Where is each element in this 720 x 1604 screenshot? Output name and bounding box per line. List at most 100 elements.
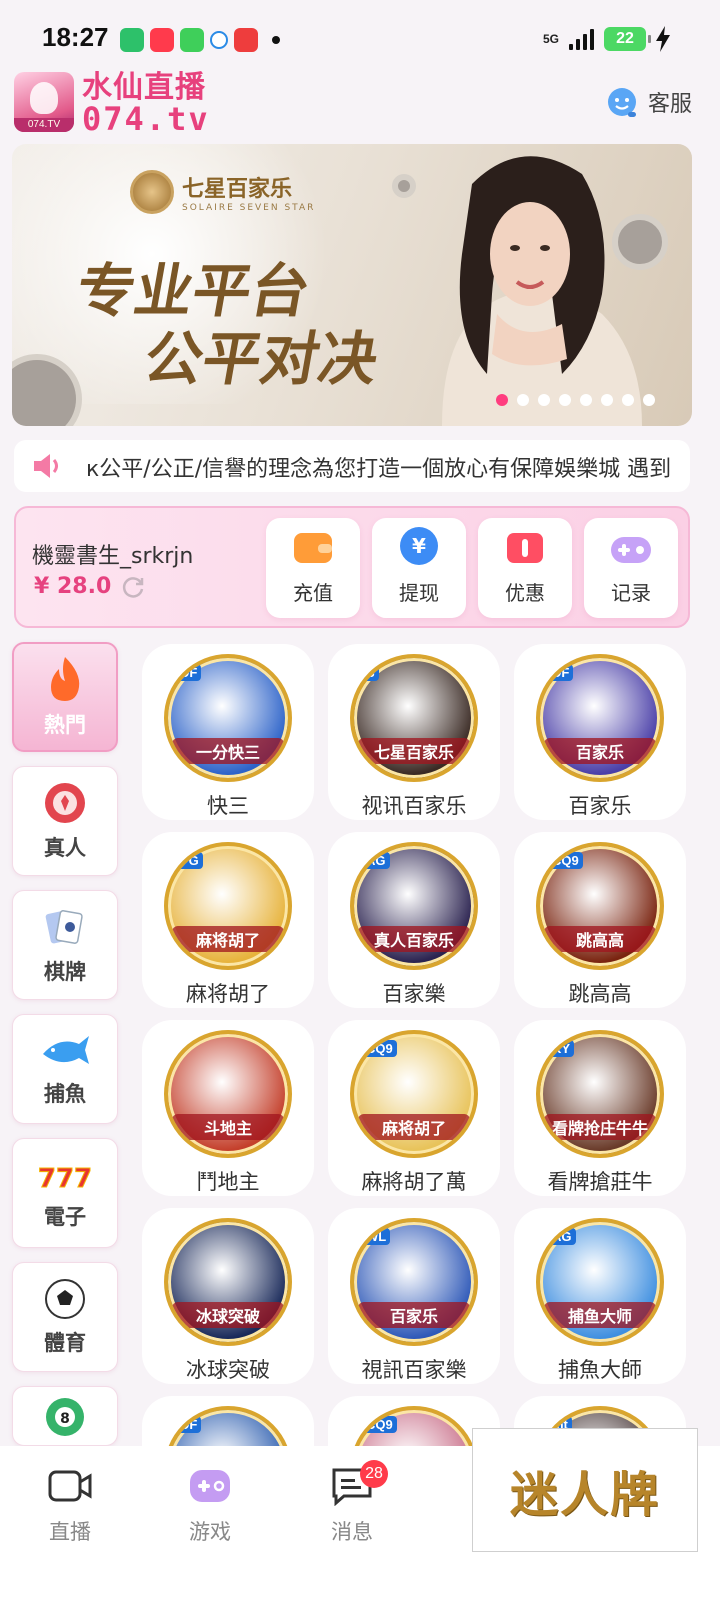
banner-brand-name: 七星百家乐 bbox=[182, 177, 293, 202]
game-card[interactable]: DF 百家乐 百家乐 bbox=[514, 644, 686, 820]
game-card[interactable]: KY 看牌抢庄牛牛 看牌搶莊牛 bbox=[514, 1020, 686, 1196]
headset-icon bbox=[607, 88, 636, 117]
banner-brand: 七星百家乐 SOLAIRE SEVEN STAR bbox=[130, 170, 315, 214]
game-name: 百家樂 bbox=[382, 982, 446, 1006]
game-card[interactable]: 斗地主 鬥地主 bbox=[142, 1020, 314, 1196]
game-card[interactable]: DF 一分快三 快三 bbox=[142, 644, 314, 820]
game-card[interactable]: 冰球突破 冰球突破 bbox=[142, 1208, 314, 1384]
provider-badge: DF bbox=[176, 664, 202, 681]
status-bar: 18:27 5G 22 bbox=[0, 0, 720, 74]
gamepad-icon bbox=[611, 537, 651, 563]
game-thumbnail: WL 百家乐 bbox=[350, 1218, 478, 1346]
tab-label: 消息 bbox=[331, 1520, 373, 1544]
promotions-label: 优惠 bbox=[505, 581, 545, 605]
game-art-title: 麻将胡了 bbox=[358, 1114, 470, 1140]
game-art-title: 七星百家乐 bbox=[358, 738, 470, 764]
game-thumbnail: AG 捕鱼大师 bbox=[536, 1218, 664, 1346]
customer-service-button[interactable]: 客服 bbox=[604, 84, 692, 120]
banner-pagination[interactable] bbox=[496, 394, 655, 406]
tab-label: 直播 bbox=[49, 1520, 91, 1544]
game-card[interactable]: S 七星百家乐 视讯百家乐 bbox=[328, 644, 500, 820]
game-card[interactable]: CQ9 麻将胡了 麻將胡了萬 bbox=[328, 1020, 500, 1196]
recharge-button[interactable]: 充值 bbox=[266, 518, 360, 618]
svg-text:¥: ¥ bbox=[412, 534, 426, 558]
slot-777-icon: 777 bbox=[39, 1164, 91, 1195]
category-lottery[interactable]: 8 bbox=[12, 1386, 118, 1446]
game-name: 看牌搶莊牛 bbox=[547, 1170, 653, 1194]
banner-dot[interactable] bbox=[517, 394, 529, 406]
withdraw-button[interactable]: ¥ 提现 bbox=[372, 518, 466, 618]
banner-slogan-2: 公平对决 bbox=[139, 325, 384, 393]
banner-dot[interactable] bbox=[538, 394, 550, 406]
status-time: 18:27 bbox=[42, 22, 109, 52]
game-card[interactable]: CQ9 跳高高跳高高 bbox=[514, 832, 686, 1008]
provider-badge: AG bbox=[362, 852, 390, 869]
balance: ¥ 28.0 bbox=[34, 574, 145, 599]
tab-games[interactable]: 游戏 bbox=[160, 1466, 260, 1546]
banner-dot[interactable] bbox=[601, 394, 613, 406]
game-art-title: 捕鱼大师 bbox=[544, 1302, 656, 1328]
banner-dot[interactable] bbox=[496, 394, 508, 406]
game-art-title: 麻将胡了 bbox=[172, 926, 284, 952]
wechat-icon bbox=[120, 28, 144, 52]
provider-badge: DF bbox=[176, 1416, 202, 1433]
game-thumbnail: PG 麻将胡了 bbox=[164, 842, 292, 970]
game-thumbnail: AG 真人百家乐 bbox=[350, 842, 478, 970]
announcement-marquee[interactable]: к公平/公正/信譽的理念為您打造一個放心有保障娛樂城 遇到 bbox=[14, 440, 690, 492]
banner-dot[interactable] bbox=[559, 394, 571, 406]
category-fishing[interactable]: 捕魚 bbox=[12, 1014, 118, 1124]
more-notifications-icon bbox=[272, 36, 280, 44]
game-card[interactable]: WL 百家乐 視訊百家樂 bbox=[328, 1208, 500, 1384]
tab-live[interactable]: 直播 bbox=[20, 1466, 120, 1546]
game-thumbnail: CQ9 跳高高 bbox=[536, 842, 664, 970]
game-thumbnail: DF 一分快三 bbox=[164, 654, 292, 782]
game-card[interactable]: AG 真人百家乐百家樂 bbox=[328, 832, 500, 1008]
search-app-icon bbox=[210, 31, 228, 49]
category-hot[interactable]: 熱門 bbox=[12, 642, 118, 752]
app-header: 074.TV 水仙直播 074.tv 客服 bbox=[14, 72, 706, 136]
category-chess-cards[interactable]: 棋牌 bbox=[12, 890, 118, 1000]
game-name: 麻將胡了萬 bbox=[361, 1170, 467, 1194]
category-slots[interactable]: 777 電子 bbox=[12, 1138, 118, 1248]
category-label: 真人 bbox=[44, 836, 86, 860]
category-label: 體育 bbox=[44, 1331, 86, 1355]
provider-badge: PG bbox=[176, 852, 203, 869]
provider-badge: S bbox=[362, 664, 379, 681]
banner-model-image bbox=[442, 156, 642, 426]
banner-dot[interactable] bbox=[580, 394, 592, 406]
records-label: 记录 bbox=[611, 581, 651, 605]
game-name: 麻将胡了 bbox=[186, 982, 270, 1006]
tab-messages[interactable]: 28 消息 bbox=[302, 1460, 402, 1546]
game-art-title: 斗地主 bbox=[172, 1114, 284, 1140]
username: 機靈書生_srkrjn bbox=[32, 544, 194, 569]
yuan-coin-icon: ¥ bbox=[400, 527, 438, 565]
game-name: 跳高高 bbox=[568, 982, 632, 1006]
provider-badge: CQ9 bbox=[362, 1416, 397, 1433]
wallet-icon bbox=[294, 533, 332, 563]
refresh-icon[interactable] bbox=[121, 575, 145, 599]
app-logo[interactable]: 074.TV bbox=[14, 72, 74, 132]
provider-badge: WL bbox=[362, 1228, 391, 1245]
provider-badge: KY bbox=[548, 1040, 575, 1057]
category-live[interactable]: 真人 bbox=[12, 766, 118, 876]
watermark: 迷人牌 bbox=[472, 1428, 698, 1552]
promo-banner[interactable]: 七星百家乐 SOLAIRE SEVEN STAR 专业平台 公平对决 bbox=[12, 144, 692, 426]
shark-icon bbox=[43, 1036, 89, 1064]
battery-level: 22 bbox=[616, 30, 634, 47]
video-app-icon bbox=[234, 28, 258, 52]
records-button[interactable]: 记录 bbox=[584, 518, 678, 618]
promotions-button[interactable]: 优惠 bbox=[478, 518, 572, 618]
flame-icon bbox=[51, 657, 80, 701]
poker-chip-icon bbox=[45, 783, 85, 823]
gamepad-icon bbox=[190, 1470, 230, 1502]
banner-dot[interactable] bbox=[643, 394, 655, 406]
game-name: 百家乐 bbox=[568, 794, 632, 818]
category-sports[interactable]: 體育 bbox=[12, 1262, 118, 1372]
svg-text:8: 8 bbox=[60, 1411, 70, 1427]
video-camera-icon bbox=[48, 1470, 92, 1502]
speaker-icon bbox=[34, 454, 58, 478]
lottery-ball-icon: 8 bbox=[46, 1398, 84, 1436]
game-card[interactable]: AG 捕鱼大师 捕魚大師 bbox=[514, 1208, 686, 1384]
game-card[interactable]: PG 麻将胡了 麻将胡了 bbox=[142, 832, 314, 1008]
banner-dot[interactable] bbox=[622, 394, 634, 406]
